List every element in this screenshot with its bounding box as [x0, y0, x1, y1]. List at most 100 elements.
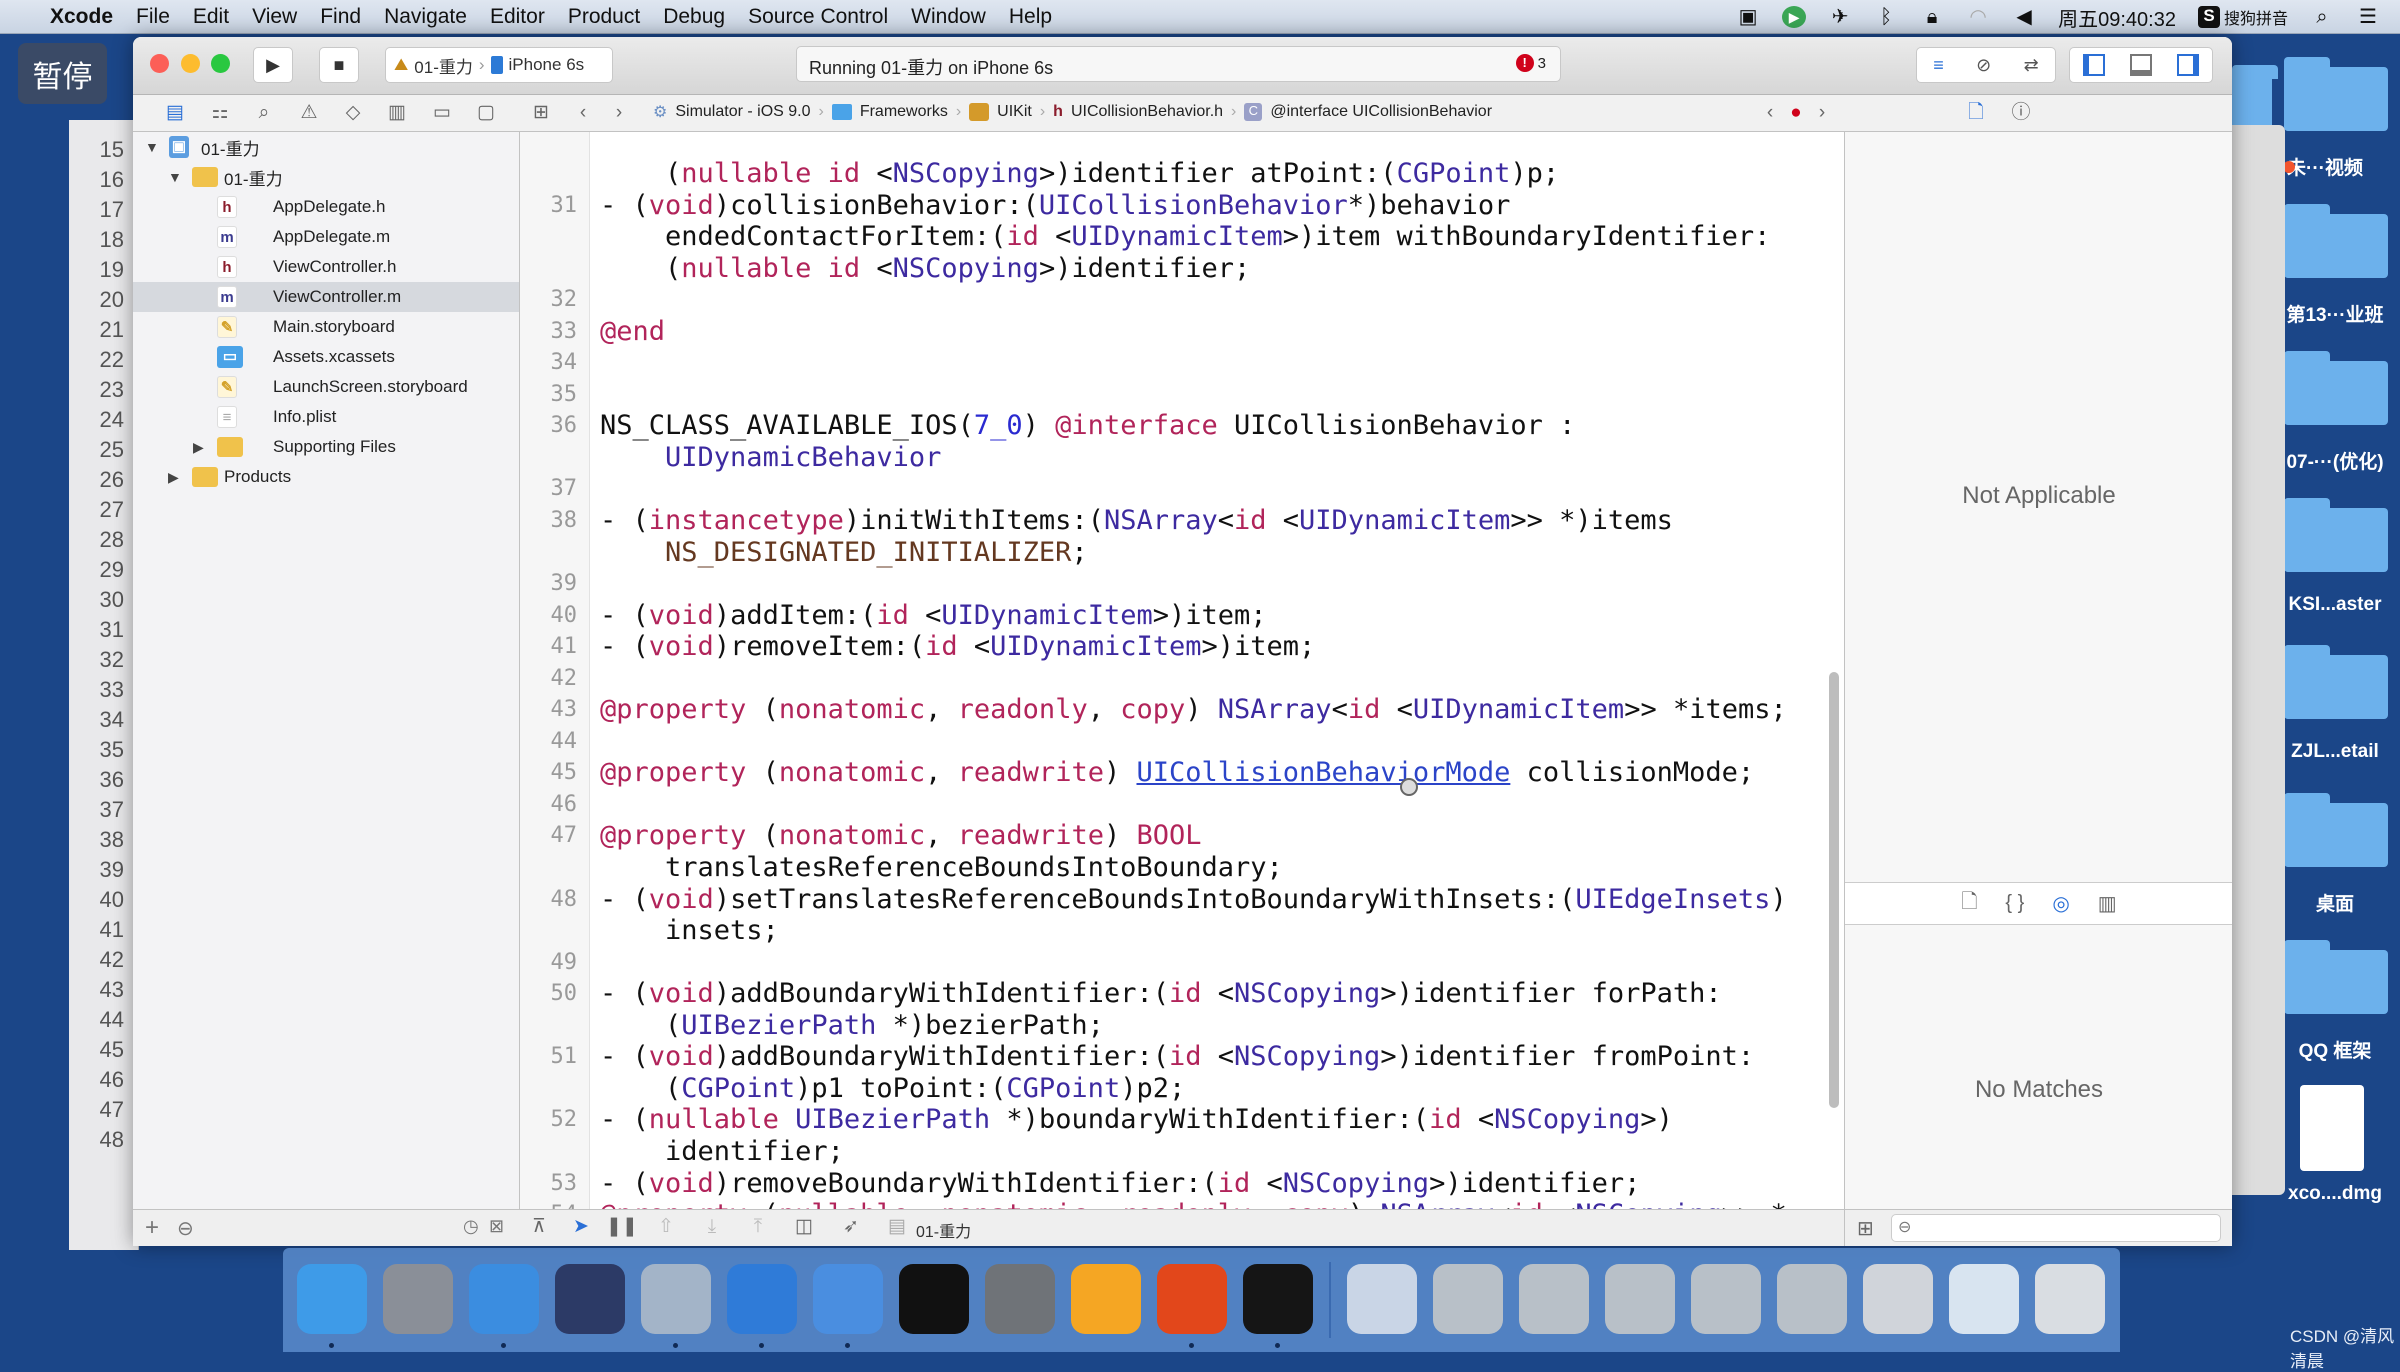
- preview-window-icon[interactable]: [1863, 1264, 1933, 1334]
- symbol-link[interactable]: UICollisionBehaviorMode: [1136, 757, 1510, 788]
- pause-debug-icon[interactable]: ❚❚: [606, 1214, 638, 1240]
- safari-icon[interactable]: [469, 1264, 539, 1334]
- editor-scrollbar[interactable]: [1829, 672, 1839, 1108]
- navigator-item[interactable]: ✎ Main.storyboard: [133, 312, 519, 342]
- menu-source-control[interactable]: Source Control: [748, 5, 888, 29]
- console-icon[interactable]: [1243, 1264, 1313, 1334]
- menu-product[interactable]: Product: [568, 5, 640, 29]
- close-window-button[interactable]: [150, 54, 169, 73]
- assistant-editor-icon[interactable]: ⊘: [1976, 55, 1991, 76]
- next-issue-icon[interactable]: ›: [1809, 100, 1835, 126]
- scheme-selector[interactable]: ⛰ 01-重力 › iPhone 6s: [385, 47, 613, 83]
- issue-navigator-icon[interactable]: ⚠: [296, 100, 322, 126]
- breadcrumb-file[interactable]: UICollisionBehavior.h: [1071, 103, 1223, 121]
- view-hierarchy-icon[interactable]: ◫: [791, 1214, 817, 1240]
- quick-help-icon[interactable]: ⓘ: [2008, 100, 2034, 126]
- desktop-item-label[interactable]: ZJL...etail: [2265, 741, 2400, 763]
- xcode-icon[interactable]: [727, 1264, 797, 1334]
- disclosure-closed-icon[interactable]: ▶: [193, 439, 204, 456]
- wifi-icon[interactable]: ◠: [1966, 6, 1990, 28]
- green-app-icon[interactable]: ▶: [1782, 6, 1807, 28]
- notification-center-icon[interactable]: ☰: [2356, 6, 2380, 28]
- desktop-item-label[interactable]: 07-···(优化): [2265, 447, 2400, 474]
- folder-icon[interactable]: [2284, 645, 2388, 719]
- breakpoint-navigator-icon[interactable]: ▭: [429, 100, 455, 126]
- finder-icon[interactable]: [297, 1264, 367, 1334]
- navigator-item[interactable]: m ViewController.m: [133, 282, 519, 312]
- simulator-icon[interactable]: [813, 1264, 883, 1334]
- menu-help[interactable]: Help: [1009, 5, 1052, 29]
- disclosure-closed-icon[interactable]: ▶: [168, 469, 179, 486]
- add-icon[interactable]: +: [145, 1214, 159, 1242]
- menu-editor[interactable]: Editor: [490, 5, 545, 29]
- desktop-item-label[interactable]: xco....dmg: [2265, 1183, 2400, 1205]
- menu-edit[interactable]: Edit: [193, 5, 229, 29]
- recent-files-icon[interactable]: ◷: [463, 1216, 479, 1237]
- step-over-icon[interactable]: ⇧: [653, 1214, 679, 1240]
- quicktime-icon[interactable]: [1347, 1264, 1417, 1334]
- hide-debug-area-icon[interactable]: ⊼: [526, 1214, 552, 1240]
- clock[interactable]: 周五09:40:32: [2058, 3, 2176, 32]
- grid-view-icon[interactable]: ⊞: [1857, 1216, 1874, 1241]
- navigator-item[interactable]: ✎ LaunchScreen.storyboard: [133, 372, 519, 402]
- related-items-icon[interactable]: ⊞: [528, 100, 554, 126]
- desktop-item-label[interactable]: QQ 框架: [2265, 1036, 2400, 1063]
- previous-issue-icon[interactable]: ‹: [1757, 100, 1783, 126]
- breadcrumb-frameworks[interactable]: Frameworks: [860, 103, 948, 121]
- step-into-icon[interactable]: ⤓: [699, 1214, 725, 1240]
- folder-icon[interactable]: [2284, 57, 2388, 131]
- safari-window-icon[interactable]: [1949, 1264, 2019, 1334]
- screen-window-icon[interactable]: [1605, 1264, 1675, 1334]
- folder-icon[interactable]: [2284, 940, 2388, 1014]
- desktop-item-label[interactable]: KSI...aster: [2265, 594, 2400, 616]
- video-editor-icon[interactable]: [641, 1264, 711, 1334]
- source-control-filter-icon[interactable]: ⊠: [489, 1216, 504, 1237]
- back-icon[interactable]: ‹: [570, 100, 596, 126]
- minimize-window-button[interactable]: [181, 54, 200, 73]
- launchpad-icon[interactable]: [383, 1264, 453, 1334]
- issue-indicator-icon[interactable]: ●: [1783, 100, 1809, 126]
- menu-view[interactable]: View: [252, 5, 297, 29]
- breadcrumb-symbol[interactable]: @interface UICollisionBehavior: [1270, 103, 1492, 121]
- file-inspector-icon[interactable]: 🗋︎: [1963, 100, 1989, 126]
- menu-window[interactable]: Window: [911, 5, 986, 29]
- pages-icon[interactable]: [1157, 1264, 1227, 1334]
- filter-icon[interactable]: ⊖: [177, 1216, 194, 1241]
- menu-file[interactable]: File: [136, 5, 170, 29]
- menu-find[interactable]: Find: [320, 5, 361, 29]
- disclosure-open-icon[interactable]: ▼: [145, 139, 159, 155]
- source-editor[interactable]: (nullable id <NSCopying>)identifier atPo…: [520, 132, 1844, 1209]
- version-editor-icon[interactable]: ⇄: [2024, 55, 2039, 76]
- simulate-location-icon[interactable]: ➶: [838, 1214, 864, 1240]
- folder-icon[interactable]: [2284, 204, 2388, 278]
- symbol-navigator-icon[interactable]: ⚏: [207, 100, 233, 126]
- disclosure-open-icon[interactable]: ▼: [168, 169, 182, 185]
- system-preferences-icon[interactable]: [985, 1264, 1055, 1334]
- test-navigator-icon[interactable]: ◇: [340, 100, 366, 126]
- folder-icon[interactable]: [2284, 793, 2388, 867]
- navigator-item[interactable]: ≡ Info.plist: [133, 402, 519, 432]
- bluetooth-icon[interactable]: ᛒ: [1874, 6, 1898, 28]
- navigator-item[interactable]: m AppDelegate.m: [133, 222, 519, 252]
- step-out-icon[interactable]: ⤒: [745, 1214, 771, 1240]
- media-library-icon[interactable]: ▥: [2098, 891, 2117, 916]
- trash-icon[interactable]: [2035, 1264, 2105, 1334]
- pause-overlay-button[interactable]: 暂停: [18, 43, 107, 104]
- project-navigator-icon[interactable]: ▤: [162, 100, 188, 126]
- error-badge[interactable]: ! 3: [1515, 54, 1546, 72]
- code-snippet-library-icon[interactable]: { }: [2005, 892, 2024, 915]
- network-icon[interactable]: ✈: [1828, 6, 1852, 28]
- lock-icon[interactable]: 🔒︎: [1920, 6, 1944, 28]
- folder-icon[interactable]: [2284, 351, 2388, 425]
- navigator-item[interactable]: h AppDelegate.h: [133, 192, 519, 222]
- volume-icon[interactable]: ◀: [2012, 6, 2036, 28]
- report-navigator-icon[interactable]: ▢: [473, 100, 499, 126]
- screen-window-icon[interactable]: [1519, 1264, 1589, 1334]
- folder-icon[interactable]: [2284, 498, 2388, 572]
- debug-navigator-icon[interactable]: ▥: [384, 100, 410, 126]
- toggle-utilities-icon[interactable]: [2177, 54, 2200, 76]
- navigator-item[interactable]: h ViewController.h: [133, 252, 519, 282]
- spotlight-search-icon[interactable]: ⌕: [2310, 6, 2334, 28]
- navigator-item[interactable]: ▼ 01-重力: [133, 162, 519, 192]
- desktop-item-label[interactable]: 桌面: [2265, 889, 2400, 916]
